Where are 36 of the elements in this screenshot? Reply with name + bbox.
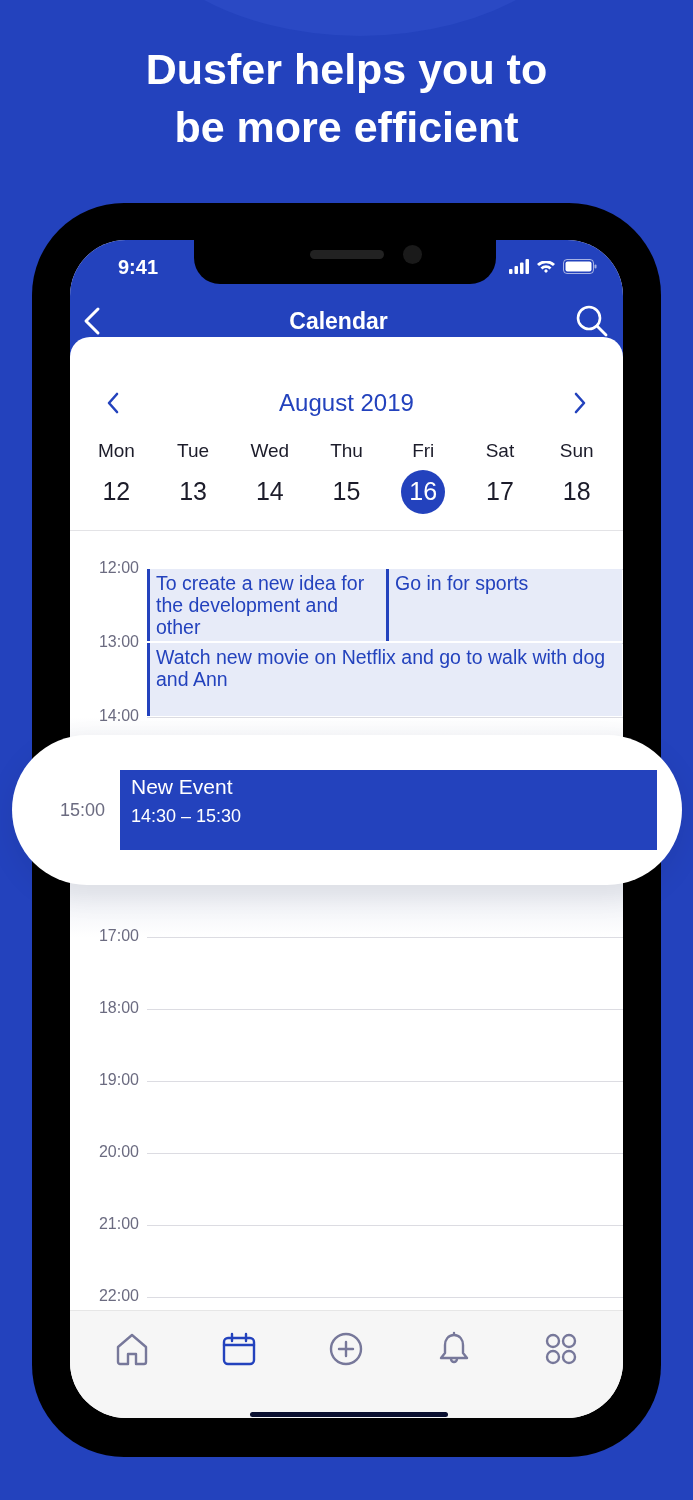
- hour-label: 14:00: [97, 705, 139, 726]
- month-label: August 2019: [279, 388, 414, 418]
- day-button[interactable]: Mon 12: [78, 437, 155, 514]
- hour-label: 18:00: [97, 997, 139, 1018]
- event-block[interactable]: Go in for sports: [386, 568, 622, 641]
- battery-icon: [563, 259, 597, 274]
- day-button[interactable]: Fri 16: [384, 437, 462, 514]
- wifi-icon: [537, 260, 555, 273]
- day-button[interactable]: Sun 18: [538, 437, 616, 514]
- signal-icon: [509, 259, 529, 274]
- new-event-block[interactable]: New Event 14:30 – 15:30: [120, 770, 657, 850]
- status-time: 9:41: [118, 254, 159, 280]
- add-icon: [328, 1331, 365, 1367]
- headline: Dusfer helps you to be more efficient: [144, 44, 549, 153]
- hour-label: 19:00: [97, 1069, 139, 1090]
- event-time: 14:30 – 15:30: [131, 805, 243, 828]
- hour-label: 15:00: [60, 798, 107, 822]
- hour-label: 20:00: [97, 1141, 139, 1162]
- event-block[interactable]: Watch new movie on Netflix and go to walk with dog and Ann: [147, 642, 622, 716]
- hour-label: 13:00: [97, 631, 139, 652]
- next-month-button[interactable]: [573, 391, 587, 415]
- hour-label: 17:00: [97, 925, 139, 946]
- hour-label: 22:00: [97, 1285, 139, 1306]
- screen-title: Calendar: [289, 306, 388, 336]
- previous-month-button[interactable]: [106, 391, 120, 415]
- event-block[interactable]: To create a new idea for the development and other: [147, 568, 386, 641]
- day-button[interactable]: Sat 17: [461, 437, 539, 514]
- hour-label: 21:00: [97, 1213, 139, 1234]
- day-button[interactable]: Thu 15: [308, 437, 385, 514]
- day-button[interactable]: Wed 14: [231, 437, 309, 514]
- back-button[interactable]: [82, 306, 102, 336]
- hour-label: 12:00: [97, 557, 139, 578]
- search-button[interactable]: [575, 304, 609, 338]
- calendar-icon: [221, 1331, 258, 1367]
- event-title: New Event: [131, 774, 234, 800]
- day-button[interactable]: Tue 13: [154, 437, 232, 514]
